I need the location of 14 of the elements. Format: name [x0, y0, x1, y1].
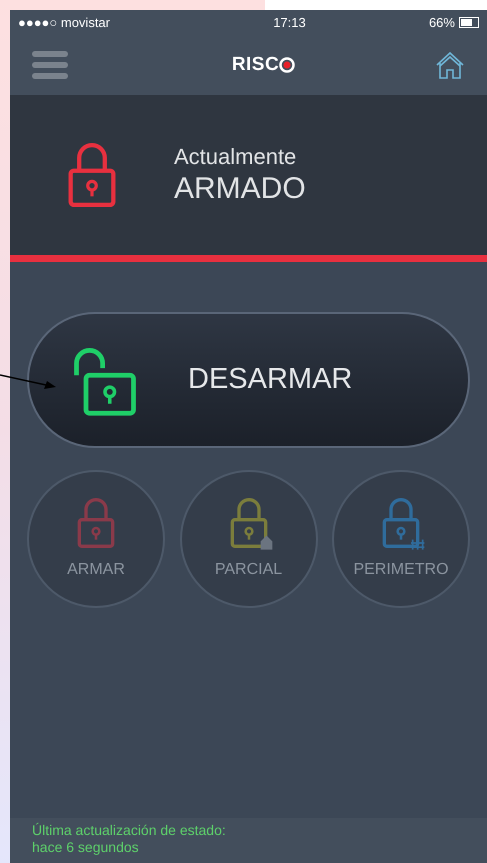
annotation-arrow [0, 372, 58, 390]
time-text: 17:13 [273, 14, 306, 32]
disarm-button[interactable]: DESARMAR [27, 312, 470, 448]
status-label: Actualmente [174, 142, 298, 170]
menu-icon[interactable] [32, 51, 68, 79]
logo-icon [279, 57, 296, 73]
carrier-text: ●●●●○ movistar [18, 14, 110, 32]
footer-text: hace 6 segundos [32, 839, 140, 856]
battery-icon [458, 17, 479, 28]
status-value: ARMADO [174, 171, 306, 207]
logo-text: RISC [232, 52, 280, 77]
home-icon[interactable] [434, 50, 465, 80]
footer-text: Última actualización de estado: [32, 822, 227, 839]
battery-text: 66% [428, 14, 455, 32]
